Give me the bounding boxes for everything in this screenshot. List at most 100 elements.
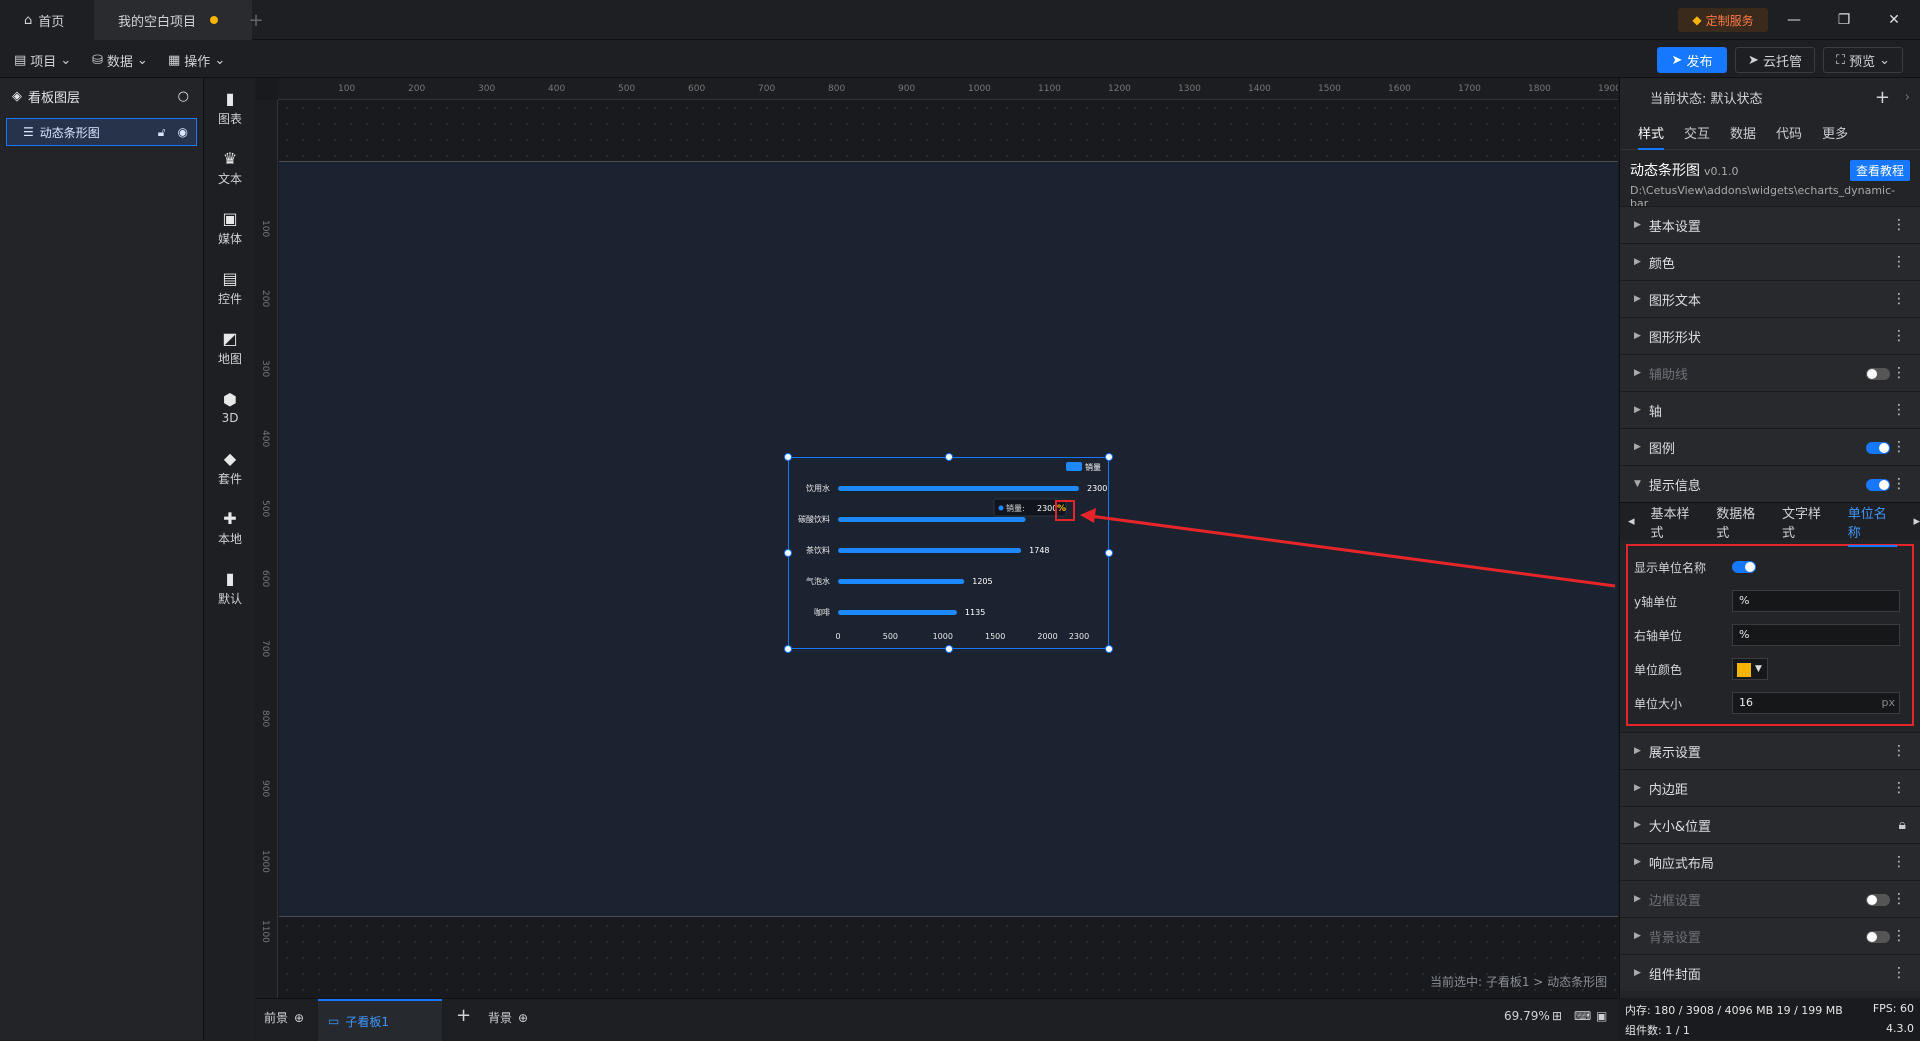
tool-2[interactable]: ▣ 媒体	[205, 198, 255, 258]
subtab-2[interactable]: 文字样式	[1782, 503, 1832, 541]
property-tab-1[interactable]: 交互	[1684, 123, 1710, 142]
section-b0[interactable]: ▶ 展示设置 ⋮	[1620, 732, 1920, 769]
more-vertical-icon[interactable]: ⋮	[1892, 854, 1906, 870]
resize-handle-r[interactable]	[1105, 549, 1113, 557]
more-vertical-icon[interactable]: ⋮	[1892, 291, 1906, 307]
terminal-icon[interactable]: ▣	[1596, 1009, 1607, 1023]
section-5[interactable]: ▶ 轴 ⋮	[1620, 391, 1920, 428]
minimize-icon[interactable]: —	[1784, 10, 1804, 30]
section-6[interactable]: ▶ 图例 ⋮	[1620, 428, 1920, 465]
tutorial-button[interactable]: 查看教程	[1849, 160, 1910, 181]
section-b6[interactable]: ▶ 组件封面 ⋮	[1620, 954, 1920, 991]
tab-sub-board[interactable]: ▭ 子看板1	[318, 999, 442, 1041]
caret-right-icon[interactable]: ▸	[1913, 514, 1920, 529]
more-vertical-icon[interactable]: ⋮	[1892, 254, 1906, 270]
show-unit-toggle[interactable]	[1732, 561, 1756, 573]
tool-4[interactable]: ◩ 地图	[205, 318, 255, 378]
menu-operate[interactable]: ▦ 操作 ⌄	[168, 49, 225, 71]
resize-handle-l[interactable]	[784, 549, 792, 557]
resize-handle-b[interactable]	[945, 645, 953, 653]
more-vertical-icon[interactable]: ⋮	[1892, 365, 1906, 381]
fit-screen-icon[interactable]: ⊞	[1552, 1009, 1562, 1023]
resize-handle-t[interactable]	[945, 453, 953, 461]
more-vertical-icon[interactable]: ⋮	[1892, 439, 1906, 455]
lock-icon[interactable]: 🔒︎	[1899, 817, 1906, 833]
resize-handle-br[interactable]	[1105, 645, 1113, 653]
resize-handle-bl[interactable]	[784, 645, 792, 653]
bar[interactable]	[838, 486, 1079, 491]
section-2[interactable]: ▶ 图形文本 ⋮	[1620, 280, 1920, 317]
more-vertical-icon[interactable]: ⋮	[1892, 217, 1906, 233]
publish-button[interactable]: ➤ 发布	[1657, 47, 1727, 73]
property-tab-3[interactable]: 代码	[1776, 123, 1802, 142]
zoom-level[interactable]: 69.79%	[1504, 1009, 1550, 1023]
more-vertical-icon[interactable]: ⋮	[1892, 928, 1906, 944]
tool-0[interactable]: ▮ 图表	[205, 78, 255, 138]
section-toggle[interactable]	[1866, 931, 1890, 943]
right-unit-input[interactable]: %	[1732, 624, 1900, 646]
subtab-1[interactable]: 数据格式	[1716, 503, 1766, 541]
unit-size-input[interactable]: 16 px	[1732, 692, 1900, 714]
more-vertical-icon[interactable]: ⋮	[1892, 780, 1906, 796]
add-board-button[interactable]: +	[456, 1005, 471, 1026]
tool-8[interactable]: ▮ 默认	[205, 558, 255, 618]
section-1[interactable]: ▶ 颜色 ⋮	[1620, 243, 1920, 280]
bar[interactable]	[838, 579, 965, 584]
subtab-0[interactable]: 基本样式	[1651, 503, 1701, 541]
layer-item-dynamic-bar[interactable]: ☰ 动态条形图 🔓︎ ◉	[6, 118, 197, 146]
property-tab-0[interactable]: 样式	[1638, 123, 1665, 150]
tab-project[interactable]: 我的空白项目	[94, 0, 252, 40]
section-b2[interactable]: ▶ 大小&位置 🔒︎	[1620, 806, 1920, 843]
menu-data[interactable]: ⛁ 数据 ⌄	[92, 49, 148, 71]
section-toggle[interactable]	[1866, 479, 1890, 491]
section-b1[interactable]: ▶ 内边距 ⋮	[1620, 769, 1920, 806]
chevron-right-icon[interactable]: ›	[1905, 90, 1910, 105]
tool-5[interactable]: ⬢ 3D	[205, 378, 255, 438]
dynamic-bar-widget[interactable]: 销量 饮用水 2300 碳酸饮料 茶饮料 1748 气泡水 1205 咖啡 1135 0 500 100…	[784, 453, 1113, 653]
y-unit-input[interactable]: %	[1732, 590, 1900, 612]
section-7[interactable]: ▼ 提示信息 ⋮	[1620, 465, 1920, 502]
tab-home[interactable]: ⌂ 首页	[0, 0, 94, 40]
tool-6[interactable]: ◆ 套件	[205, 438, 255, 498]
eye-icon[interactable]: ◉	[178, 125, 188, 139]
tool-7[interactable]: ✚ 本地	[205, 498, 255, 558]
more-vertical-icon[interactable]: ⋮	[1892, 476, 1906, 492]
section-4[interactable]: ▶ 辅助线 ⋮	[1620, 354, 1920, 391]
cloud-button[interactable]: ➤ 云托管	[1735, 47, 1815, 73]
property-tab-2[interactable]: 数据	[1730, 123, 1756, 142]
more-vertical-icon[interactable]: ⋮	[1892, 891, 1906, 907]
tab-foreground[interactable]: 前景 ⊕	[264, 1009, 304, 1026]
section-3[interactable]: ▶ 图形形状 ⋮	[1620, 317, 1920, 354]
menu-project[interactable]: ▤ 项目 ⌄	[14, 49, 71, 71]
section-toggle[interactable]	[1866, 894, 1890, 906]
unit-color-picker[interactable]: ▼	[1732, 658, 1768, 680]
section-b4[interactable]: ▶ 边框设置 ⋮	[1620, 880, 1920, 917]
more-vertical-icon[interactable]: ⋮	[1892, 743, 1906, 759]
add-circle-icon[interactable]: ⊕	[294, 1011, 304, 1025]
bar[interactable]	[838, 548, 1022, 553]
keyboard-icon[interactable]: ⌨	[1574, 1009, 1591, 1023]
section-toggle[interactable]	[1866, 368, 1890, 380]
add-circle-icon[interactable]: ⊕	[518, 1011, 528, 1025]
section-b5[interactable]: ▶ 背景设置 ⋮	[1620, 917, 1920, 954]
more-vertical-icon[interactable]: ⋮	[1892, 328, 1906, 344]
section-0[interactable]: ▶ 基本设置 ⋮	[1620, 206, 1920, 243]
preview-button[interactable]: ⛶ 预览 ⌄	[1823, 47, 1903, 73]
more-vertical-icon[interactable]: ⋮	[1892, 965, 1906, 981]
resize-handle-tr[interactable]	[1105, 453, 1113, 461]
add-state-icon[interactable]: +	[1875, 87, 1890, 108]
tool-1[interactable]: ♛ 文本	[205, 138, 255, 198]
more-vertical-icon[interactable]: ⋮	[1892, 402, 1906, 418]
section-toggle[interactable]	[1866, 442, 1890, 454]
add-tab-button[interactable]: +	[246, 0, 266, 40]
restore-icon[interactable]: ❐	[1834, 10, 1854, 30]
subtab-3[interactable]: 单位名称	[1847, 503, 1898, 547]
section-b3[interactable]: ▶ 响应式布局 ⋮	[1620, 843, 1920, 880]
tab-background[interactable]: 背景 ⊕	[488, 1009, 528, 1026]
close-icon[interactable]: ✕	[1884, 10, 1904, 30]
tool-3[interactable]: ▤ 控件	[205, 258, 255, 318]
unlock-icon[interactable]: 🔓︎	[158, 125, 166, 140]
search-icon[interactable]: ○	[178, 89, 189, 104]
bar[interactable]	[838, 610, 957, 615]
custom-service-button[interactable]: ◆ 定制服务	[1678, 8, 1768, 32]
